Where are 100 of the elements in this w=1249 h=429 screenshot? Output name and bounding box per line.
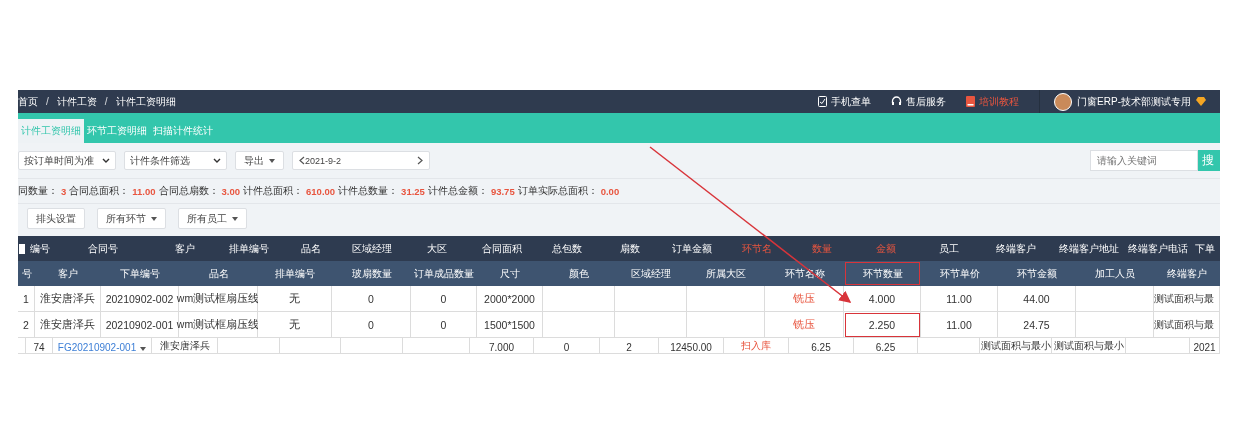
table-cell: 2000*2000 (477, 286, 543, 312)
column-header: 合同号 (86, 241, 119, 256)
summary-value: 3.00 (221, 185, 241, 197)
column-header: 终端客户 (1166, 266, 1208, 281)
table-cell: 测试面积与最 (1154, 286, 1220, 312)
table-cell: wm测试框扇压线 (179, 312, 258, 338)
summary-value: 0.00 (600, 185, 620, 197)
export-button[interactable]: 导出 (235, 151, 284, 170)
table-cell (543, 312, 615, 338)
column-header: 终端客户 (995, 241, 1037, 256)
search-field[interactable]: 请输入关键词 (1090, 150, 1198, 171)
column-header: 品名 (207, 266, 230, 281)
table-cell: 测试面积与最 (1154, 312, 1220, 338)
filter-button[interactable]: 所有员工 (178, 208, 247, 229)
column-header: 尺寸 (499, 266, 521, 281)
chevron-left-icon[interactable] (299, 156, 305, 165)
table-cell (615, 312, 687, 338)
summary-label: 同数量： (18, 184, 58, 198)
table-cell: 测试面积与最小 (1052, 338, 1126, 354)
table-cell (218, 338, 280, 354)
caret-icon (269, 158, 275, 163)
column-header: 客户 (174, 241, 196, 256)
table-cell: 11.00 (921, 312, 998, 338)
checkbox[interactable] (19, 243, 25, 254)
summary-value: 3 (61, 185, 67, 197)
table-cell: 铣压 (765, 286, 844, 312)
summary-value: 610.00 (306, 185, 336, 197)
table-cell: 12450.00 (659, 338, 724, 354)
column-header: 加工人员 (1094, 266, 1136, 281)
column-header: 订单成品数量 (413, 266, 475, 281)
summary-label: 合同总面积： (69, 184, 130, 198)
column-header: 环节数量 (844, 261, 921, 286)
table-cell (918, 338, 980, 354)
table-cell: 2021 (1190, 338, 1220, 354)
column-header: 合同面积 (481, 241, 523, 256)
column-header: 所属大区 (705, 266, 747, 281)
diamond-icon (1196, 97, 1206, 106)
table-cell: 11.00 (921, 286, 998, 312)
user-name[interactable]: 门窗ERP-技术部测试专用 (1077, 94, 1191, 109)
summary-value: 31.25 (401, 185, 425, 197)
table-cell: 无 (258, 286, 332, 312)
table-cell: 2.250 (844, 312, 921, 338)
column-header: 扇数 (618, 241, 641, 256)
summary-label: 计件总数量： (338, 184, 399, 198)
table-cell: 淮安唐泽兵 (35, 286, 101, 312)
date-picker[interactable]: 2021-9-2 (292, 151, 430, 170)
table-cell: 1500*1500 (477, 312, 543, 338)
table-cell: 无 (258, 312, 332, 338)
breadcrumb-item[interactable]: 首页 (18, 94, 38, 109)
column-header: 员工 (938, 241, 960, 256)
table-cell: 铣压 (765, 312, 844, 338)
column-header: 环节单价 (938, 266, 981, 281)
time-select[interactable]: 按订单时间为准 (18, 151, 116, 170)
column-header: 数量 (810, 241, 833, 256)
order-link[interactable]: FG20210902-001 (53, 338, 152, 354)
filter-select[interactable]: 计件条件筛选 (124, 151, 227, 170)
breadcrumb-separator: / (104, 96, 108, 107)
table-cell: 4.000 (844, 286, 921, 312)
table-cell: 2 (18, 312, 35, 338)
avatar[interactable] (1054, 92, 1073, 111)
table-cell: 7.000 (470, 338, 534, 354)
breadcrumb-item[interactable]: 计件工资 (56, 94, 97, 109)
column-header: 终端客户地址 (1058, 241, 1120, 256)
summary-label: 订单实际总面积： (517, 184, 598, 198)
chevron-down-icon (102, 158, 110, 163)
summary-value: 11.00 (132, 185, 156, 197)
table-cell (1126, 338, 1190, 354)
table-cell (341, 338, 403, 354)
table-cell: 74 (26, 338, 53, 354)
column-header: 环节名称 (783, 266, 826, 281)
caret-icon (140, 347, 147, 351)
column-header: 排单编号 (228, 241, 270, 256)
table-cell: 6.25 (854, 338, 918, 354)
table-cell: 0 (411, 286, 477, 312)
column-header: 区域经理 (630, 266, 672, 281)
column-header: 终端客户电话 (1127, 241, 1189, 256)
table-cell: 1 (18, 286, 35, 312)
table-cell: 0 (332, 312, 411, 338)
chevron-right-icon[interactable] (417, 156, 423, 165)
column-header: 品名 (299, 241, 322, 256)
breadcrumb-item[interactable]: 计件工资明细 (115, 94, 176, 109)
header-link[interactable]: 售后服务 (891, 94, 947, 109)
table-cell: 扫入库 (724, 338, 789, 354)
table-cell: 0 (332, 286, 411, 312)
column-header: 环节名 (740, 241, 773, 256)
column-header: 区域经理 (351, 241, 393, 256)
column-header: 环节金额 (1016, 266, 1058, 281)
filter-button[interactable]: 排头设置 (27, 208, 85, 229)
column-header: 颜色 (568, 266, 590, 281)
book-icon (966, 96, 976, 107)
header-link[interactable]: 手机查单 (818, 94, 872, 109)
filter-button[interactable]: 所有环节 (97, 208, 166, 229)
column-header: 总包数 (551, 241, 583, 256)
table-cell: wm测试框扇压线 (179, 286, 258, 312)
table-cell (615, 286, 687, 312)
table-cell (18, 338, 26, 354)
column-header: 玻扇数量 (350, 266, 393, 281)
table-cell: 6.25 (789, 338, 854, 354)
table-cell: 2 (600, 338, 659, 354)
column-header: 号 (20, 266, 33, 281)
